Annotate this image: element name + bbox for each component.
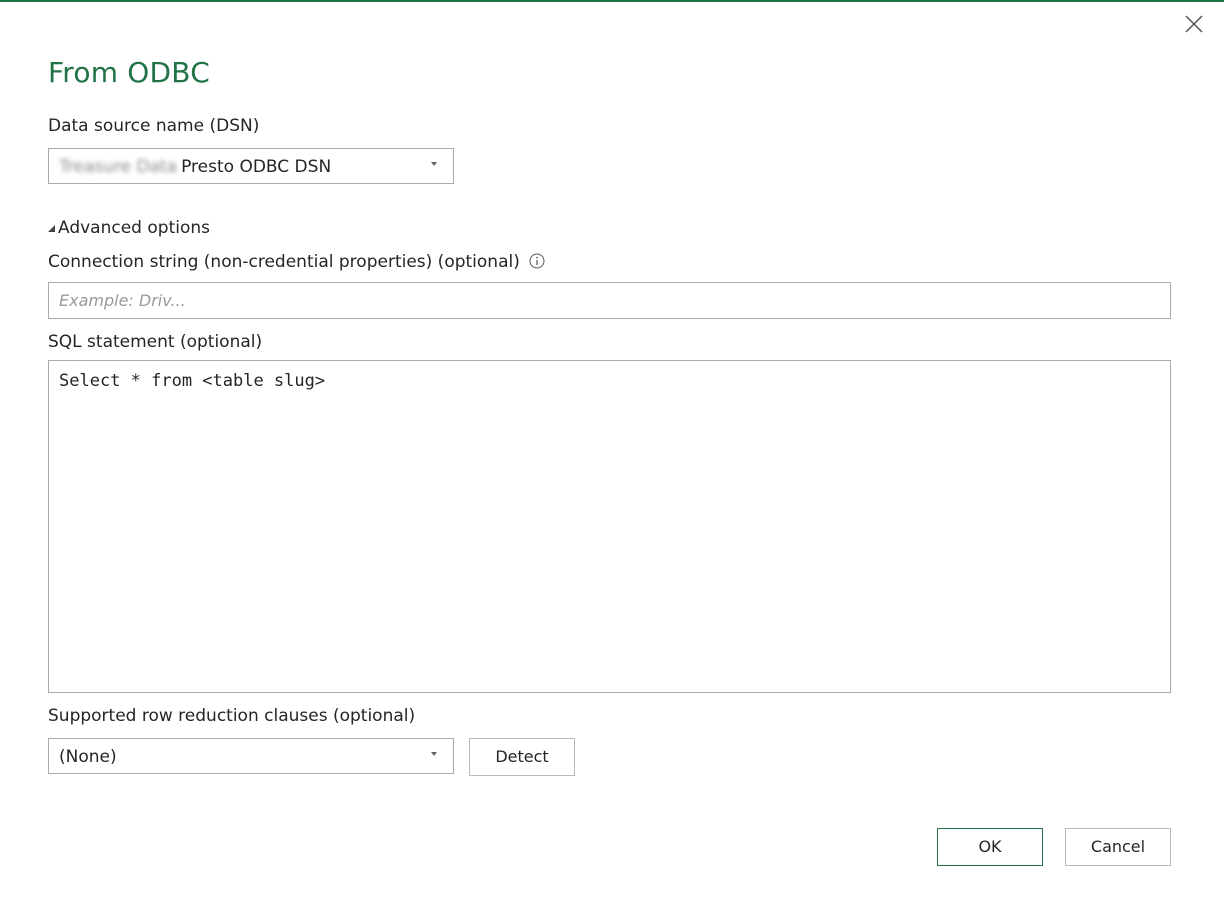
sql-statement-label: SQL statement (optional) [48,332,263,352]
dsn-dropdown[interactable]: Treasure Data Presto ODBC DSN [48,148,454,184]
close-button[interactable] [1182,12,1206,36]
expanded-triangle-icon [48,225,55,232]
row-reduction-label: Supported row reduction clauses (optiona… [48,706,416,726]
odbc-dialog: From ODBC Data source name (DSN) Treasur… [0,0,1224,916]
connection-string-label-row: Connection string (non-credential proper… [48,252,545,272]
dsn-value-redacted: Treasure Data [59,157,178,177]
connection-string-input[interactable] [48,282,1171,319]
row-reduction-dropdown[interactable]: (None) [48,738,454,774]
chevron-down-icon [431,752,437,756]
dsn-value-text: Presto ODBC DSN [181,157,332,177]
ok-button[interactable]: OK [937,828,1043,866]
advanced-options-label: Advanced options [58,218,210,238]
cancel-button[interactable]: Cancel [1065,828,1171,866]
dialog-title: From ODBC [48,56,210,89]
row-reduction-value: (None) [59,747,117,767]
chevron-down-icon [431,162,437,166]
connection-string-label: Connection string (non-credential proper… [48,252,520,272]
detect-button[interactable]: Detect [469,738,575,776]
dsn-label: Data source name (DSN) [48,116,260,136]
close-icon [1185,15,1203,33]
sql-statement-textarea[interactable]: Select * from <table slug> [48,360,1171,693]
info-icon[interactable] [529,253,545,269]
dsn-value: Treasure Data Presto ODBC DSN [59,157,331,177]
advanced-options-toggle[interactable]: Advanced options [48,218,210,238]
